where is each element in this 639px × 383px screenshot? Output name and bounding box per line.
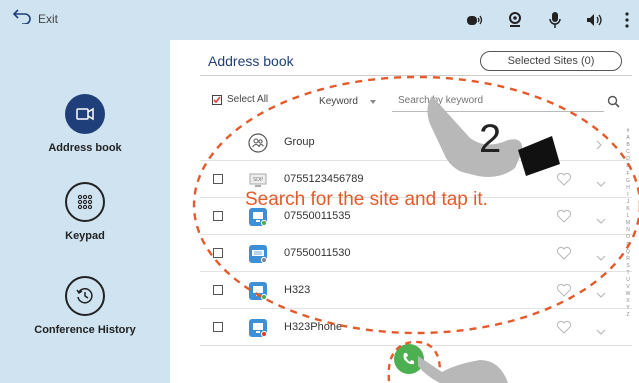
select-all-checkbox[interactable]: Select All — [212, 94, 268, 105]
terminal-icon — [248, 281, 268, 301]
address-book-icon — [65, 94, 105, 134]
chevron-down-icon[interactable] — [596, 211, 606, 229]
chevron-right-icon — [596, 137, 602, 155]
row-checkbox[interactable] — [213, 211, 223, 221]
alphabet-letter[interactable]: Q — [622, 249, 634, 256]
alphabet-index[interactable]: # A B C D E F G H I J K L M N O P Q R S T U V W X Y Z — [622, 128, 634, 320]
alphabet-letter[interactable]: B — [622, 142, 634, 149]
contact-name: H323 — [284, 284, 311, 296]
sidebar-item-label: Keypad — [65, 230, 105, 242]
select-all-label: Select All — [227, 94, 269, 105]
alphabet-letter[interactable]: V — [622, 284, 634, 291]
alphabet-letter[interactable]: M — [622, 220, 634, 227]
step-number: 2 — [479, 117, 502, 161]
alphabet-letter[interactable]: J — [622, 199, 634, 206]
search-input[interactable] — [392, 90, 604, 112]
contact-list: Group SDP 0755123456789 07550011535 0755… — [200, 124, 632, 346]
alphabet-letter[interactable]: N — [622, 227, 634, 234]
search-icon[interactable] — [604, 90, 622, 112]
mcu-icon — [248, 244, 268, 264]
keyword-label: Keyword — [319, 95, 358, 107]
dropdown-arrow-icon — [369, 96, 376, 107]
favorite-heart-icon[interactable] — [556, 283, 572, 302]
alphabet-letter[interactable]: Z — [622, 312, 634, 319]
top-bar: Exit — [0, 0, 639, 40]
row-checkbox[interactable] — [213, 285, 223, 295]
sidebar-item-address-book[interactable]: Address book — [0, 94, 170, 154]
alphabet-letter[interactable]: D — [622, 156, 634, 163]
main-panel: Address book Selected Sites (0) Select A… — [170, 40, 639, 383]
history-icon — [65, 276, 105, 316]
selected-sites-button[interactable]: Selected Sites (0) — [480, 51, 622, 71]
alphabet-letter[interactable]: A — [622, 135, 634, 142]
chevron-down-icon[interactable] — [596, 174, 606, 192]
svg-text:SDP: SDP — [253, 177, 263, 183]
alphabet-letter[interactable]: E — [622, 163, 634, 170]
keypad-icon — [65, 182, 105, 222]
favorite-heart-icon[interactable] — [556, 246, 572, 265]
row-checkbox[interactable] — [213, 248, 223, 258]
sidebar: Address book Keypad Conference History — [0, 40, 170, 383]
exit-button[interactable]: Exit — [12, 8, 58, 29]
group-icon — [248, 133, 268, 153]
sidebar-item-keypad[interactable]: Keypad — [0, 182, 170, 242]
back-arrow-icon — [12, 8, 32, 29]
chevron-down-icon[interactable] — [596, 322, 606, 340]
contact-name: 07550011535 — [284, 210, 351, 222]
call-button[interactable] — [394, 344, 424, 374]
contact-name: 07550011530 — [284, 247, 351, 259]
sdp-icon: SDP — [248, 170, 268, 190]
row-checkbox[interactable] — [213, 322, 223, 332]
alphabet-letter[interactable]: I — [622, 192, 634, 199]
alphabet-letter[interactable]: X — [622, 298, 634, 305]
alphabet-letter[interactable]: K — [622, 206, 634, 213]
list-item[interactable]: 07550011530 — [200, 235, 632, 272]
favorite-heart-icon[interactable] — [556, 320, 572, 339]
row-checkbox[interactable] — [213, 174, 223, 184]
alphabet-letter[interactable]: C — [622, 149, 634, 156]
alphabet-letter[interactable]: G — [622, 178, 634, 185]
alphabet-letter[interactable]: R — [622, 256, 634, 263]
keyword-dropdown[interactable]: Keyword — [305, 90, 390, 112]
alphabet-letter[interactable]: U — [622, 277, 634, 284]
alphabet-letter[interactable]: # — [622, 128, 634, 135]
chevron-down-icon[interactable] — [596, 248, 606, 266]
alphabet-letter[interactable]: H — [622, 185, 634, 192]
group-row[interactable]: Group — [200, 124, 632, 161]
microphone-icon[interactable] — [535, 0, 575, 40]
more-vertical-icon[interactable] — [615, 0, 639, 40]
alphabet-letter[interactable]: W — [622, 291, 634, 298]
contact-name: H323Phone — [284, 321, 343, 333]
sidebar-item-label: Conference History — [34, 324, 136, 336]
alphabet-letter[interactable]: O — [622, 234, 634, 241]
speaker-icon[interactable] — [575, 0, 615, 40]
alphabet-letter[interactable]: F — [622, 171, 634, 178]
list-item[interactable]: H323Phone — [200, 309, 632, 346]
alphabet-letter[interactable]: P — [622, 242, 634, 249]
page-title: Address book — [208, 53, 294, 69]
alphabet-letter[interactable]: S — [622, 263, 634, 270]
terminal-icon — [248, 318, 268, 338]
chevron-down-icon[interactable] — [596, 285, 606, 303]
alphabet-letter[interactable]: L — [622, 213, 634, 220]
exit-label: Exit — [38, 11, 59, 26]
checkbox-checked-icon — [212, 94, 222, 105]
sidebar-item-label: Address book — [48, 142, 122, 154]
favorite-heart-icon[interactable] — [556, 172, 572, 191]
alphabet-letter[interactable]: Y — [622, 305, 634, 312]
top-toolbar — [455, 0, 639, 40]
camera-icon[interactable] — [455, 0, 495, 40]
webcam-icon[interactable] — [495, 0, 535, 40]
list-item[interactable]: H323 — [200, 272, 632, 309]
contact-name: 0755123456789 — [284, 173, 364, 185]
group-label: Group — [284, 136, 315, 148]
sidebar-item-conference-history[interactable]: Conference History — [0, 276, 170, 336]
favorite-heart-icon[interactable] — [556, 209, 572, 228]
instruction-text: Search for the site and tap it. — [245, 189, 488, 210]
divider — [200, 75, 632, 76]
alphabet-letter[interactable]: T — [622, 270, 634, 277]
